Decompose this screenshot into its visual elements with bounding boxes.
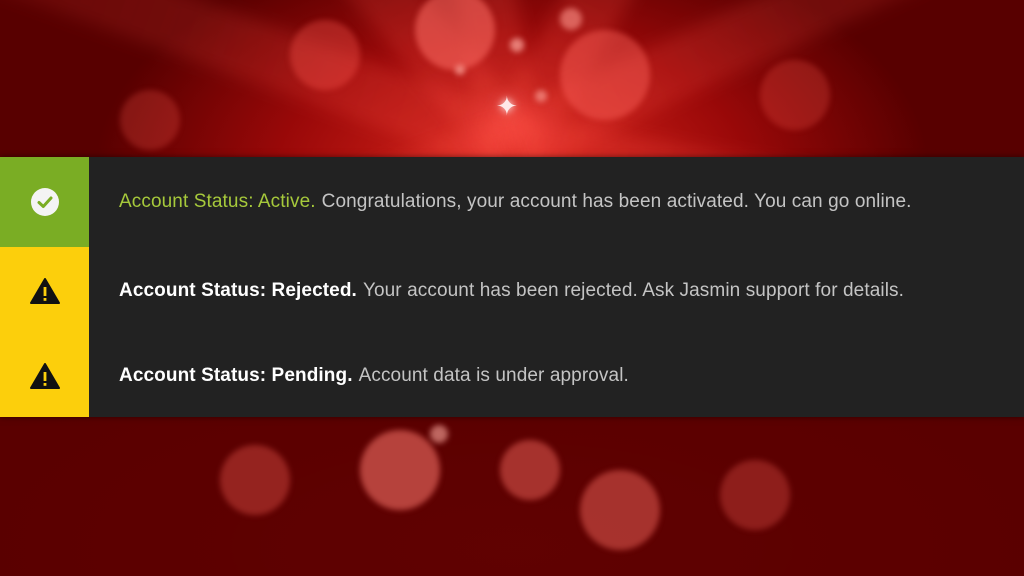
check-circle-icon — [0, 157, 89, 247]
rejected-status-text: Your account has been rejected. Ask Jasm… — [362, 279, 905, 301]
notification-rejected: Account Status: Rejected. Your account ha… — [0, 247, 1024, 334]
notification-active: Account Status: Active. Congratulations, … — [0, 157, 1024, 247]
rejected-message: Account Status: Rejected. Your account ha… — [119, 280, 904, 302]
active-message: Account Status: Active. Congratulations, … — [119, 191, 912, 213]
rejected-status-label: Account Status: Rejected. — [119, 279, 357, 301]
account-status-panel: Account Status: Active. Congratulations, … — [0, 157, 1024, 417]
pending-status-text: Account data is under approval. — [358, 364, 629, 386]
notification-pending: Account Status: Pending. Account data is … — [0, 334, 1024, 417]
pending-status-label: Account Status: Pending. — [119, 364, 353, 386]
active-status-text: Congratulations, your account has been a… — [321, 191, 912, 212]
pending-message: Account Status: Pending. Account data is … — [119, 365, 629, 387]
warning-triangle-icon — [0, 334, 89, 417]
warning-triangle-icon — [0, 247, 89, 334]
active-status-label: Account Status: Active. — [119, 191, 316, 212]
